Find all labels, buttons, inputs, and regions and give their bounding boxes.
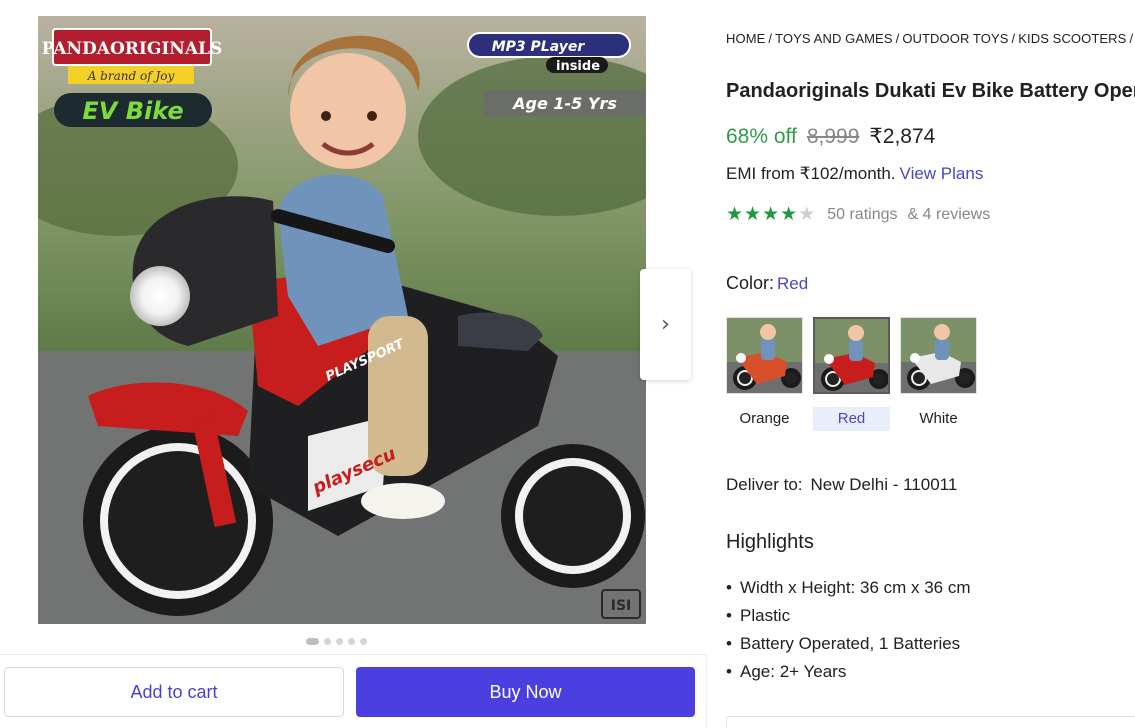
breadcrumb-home[interactable]: HOME [726,31,765,46]
highlight-text: Battery Operated, 1 Batteries [740,634,961,653]
emi-text: EMI from ₹102/month. [726,164,896,183]
breadcrumb-separator: / [895,31,900,46]
carousel-dots [306,638,367,645]
star-filled-icon: ★ [780,203,798,225]
color-option-thumbnail[interactable] [900,317,977,394]
star-filled-icon: ★ [744,203,762,225]
ev-bike-tag: EV Bike [82,97,183,125]
breadcrumb-separator: / [768,31,773,46]
age-badge: Age 1-5 Yrs [511,94,617,113]
carousel-dot[interactable] [336,638,343,645]
highlight-item: • Age: 2+ Years [726,658,971,686]
price-row: 68% off 8,999 ₹2,874 [726,124,935,149]
product-image[interactable]: PANDAORIGINALS A brand of Joy EV Bike MP… [38,16,646,624]
product-title: Pandaoriginals Dukati Ev Bike Battery Op… [726,80,1135,102]
product-details: HOME / TOYS AND GAMES / OUTDOOR TOYS / KIDS SC… [726,0,1135,728]
highlight-text: Width x Height: 36 cm x 36 cm [740,578,971,597]
view-plans-link[interactable]: View Plans [900,164,984,183]
buy-now-button[interactable]: Buy Now [356,667,695,717]
isi-mark: ISI [611,598,632,614]
carousel-dot[interactable] [360,638,367,645]
breadcrumb: HOME / TOYS AND GAMES / OUTDOOR TOYS / KIDS SC… [726,31,1135,46]
color-option-label: Red [813,407,890,431]
reviews-count[interactable]: & 4 reviews [908,206,991,224]
breadcrumb-toys-and-games[interactable]: TOYS AND GAMES [775,31,892,46]
action-bar: Add to cart Buy Now [0,654,706,728]
breadcrumb-kids-scooters[interactable]: KIDS SCOOTERS [1018,31,1126,46]
highlight-item: • Plastic [726,602,971,630]
star-filled-icon: ★ [726,203,744,225]
breadcrumb-separator: / [1129,31,1134,46]
highlight-item: • Width x Height: 36 cm x 36 cm [726,574,971,602]
mp3-badge-line2: inside [556,59,600,74]
breadcrumb-separator: / [1011,31,1016,46]
selected-color: Red [777,274,809,293]
star-filled-icon: ★ [762,203,780,225]
brand-tagline: A brand of Joy [87,69,175,83]
selling-price: ₹2,874 [869,125,936,148]
next-image-button[interactable]: › [640,269,691,380]
product-photo: PANDAORIGINALS A brand of Joy EV Bike MP… [38,16,646,624]
delivery-info[interactable]: Deliver to: New Delhi - 110011 [726,475,957,495]
color-option-red[interactable]: Red [813,317,900,431]
color-option-label: Orange [739,410,790,427]
delivery-location[interactable]: New Delhi - 110011 [811,475,958,494]
bullet-icon: • [726,634,732,653]
original-price: 8,999 [806,125,860,148]
carousel-dot[interactable] [348,638,355,645]
highlight-text: Age: 2+ Years [740,662,847,681]
brand-logo-text: PANDAORIGINALS [42,39,223,59]
discount-percent: 68% off [726,125,797,148]
deliver-to-label: Deliver to: [726,475,803,494]
color-option-thumbnail[interactable] [813,317,890,394]
rating-stars: ★ ★ ★ ★ ★ [726,205,815,224]
mp3-badge-line1: MP3 PLayer [492,39,586,55]
chevron-right-icon: › [661,312,670,337]
color-selector-label: Color: Red [726,273,808,294]
star-empty-icon: ★ [798,203,816,225]
next-section-card [726,716,1135,728]
highlight-item: • Battery Operated, 1 Batteries [726,630,971,658]
color-label: Color: [726,273,775,293]
add-to-cart-button[interactable]: Add to cart [4,667,344,717]
breadcrumb-outdoor-toys[interactable]: OUTDOOR TOYS [902,31,1008,46]
column-divider [706,654,707,728]
color-option-white[interactable]: White [900,317,987,431]
carousel-dot[interactable] [306,638,319,645]
bullet-icon: • [726,662,732,681]
bullet-icon: • [726,606,732,625]
emi-info: EMI from ₹102/month. View Plans [726,164,983,184]
color-option-orange[interactable]: Orange [726,317,813,431]
carousel-dot[interactable] [324,638,331,645]
highlight-text: Plastic [740,606,791,625]
color-options: Orange Red White [726,317,987,431]
color-option-thumbnail[interactable] [726,317,803,394]
ratings-count[interactable]: 50 ratings [827,206,897,224]
color-option-label: White [919,410,958,427]
rating-row[interactable]: ★ ★ ★ ★ ★ 50 ratings & 4 reviews [726,205,990,224]
highlights-list: • Width x Height: 36 cm x 36 cm • Plastic • B… [726,574,971,686]
bullet-icon: • [726,578,732,597]
highlights-title: Highlights [726,531,814,553]
